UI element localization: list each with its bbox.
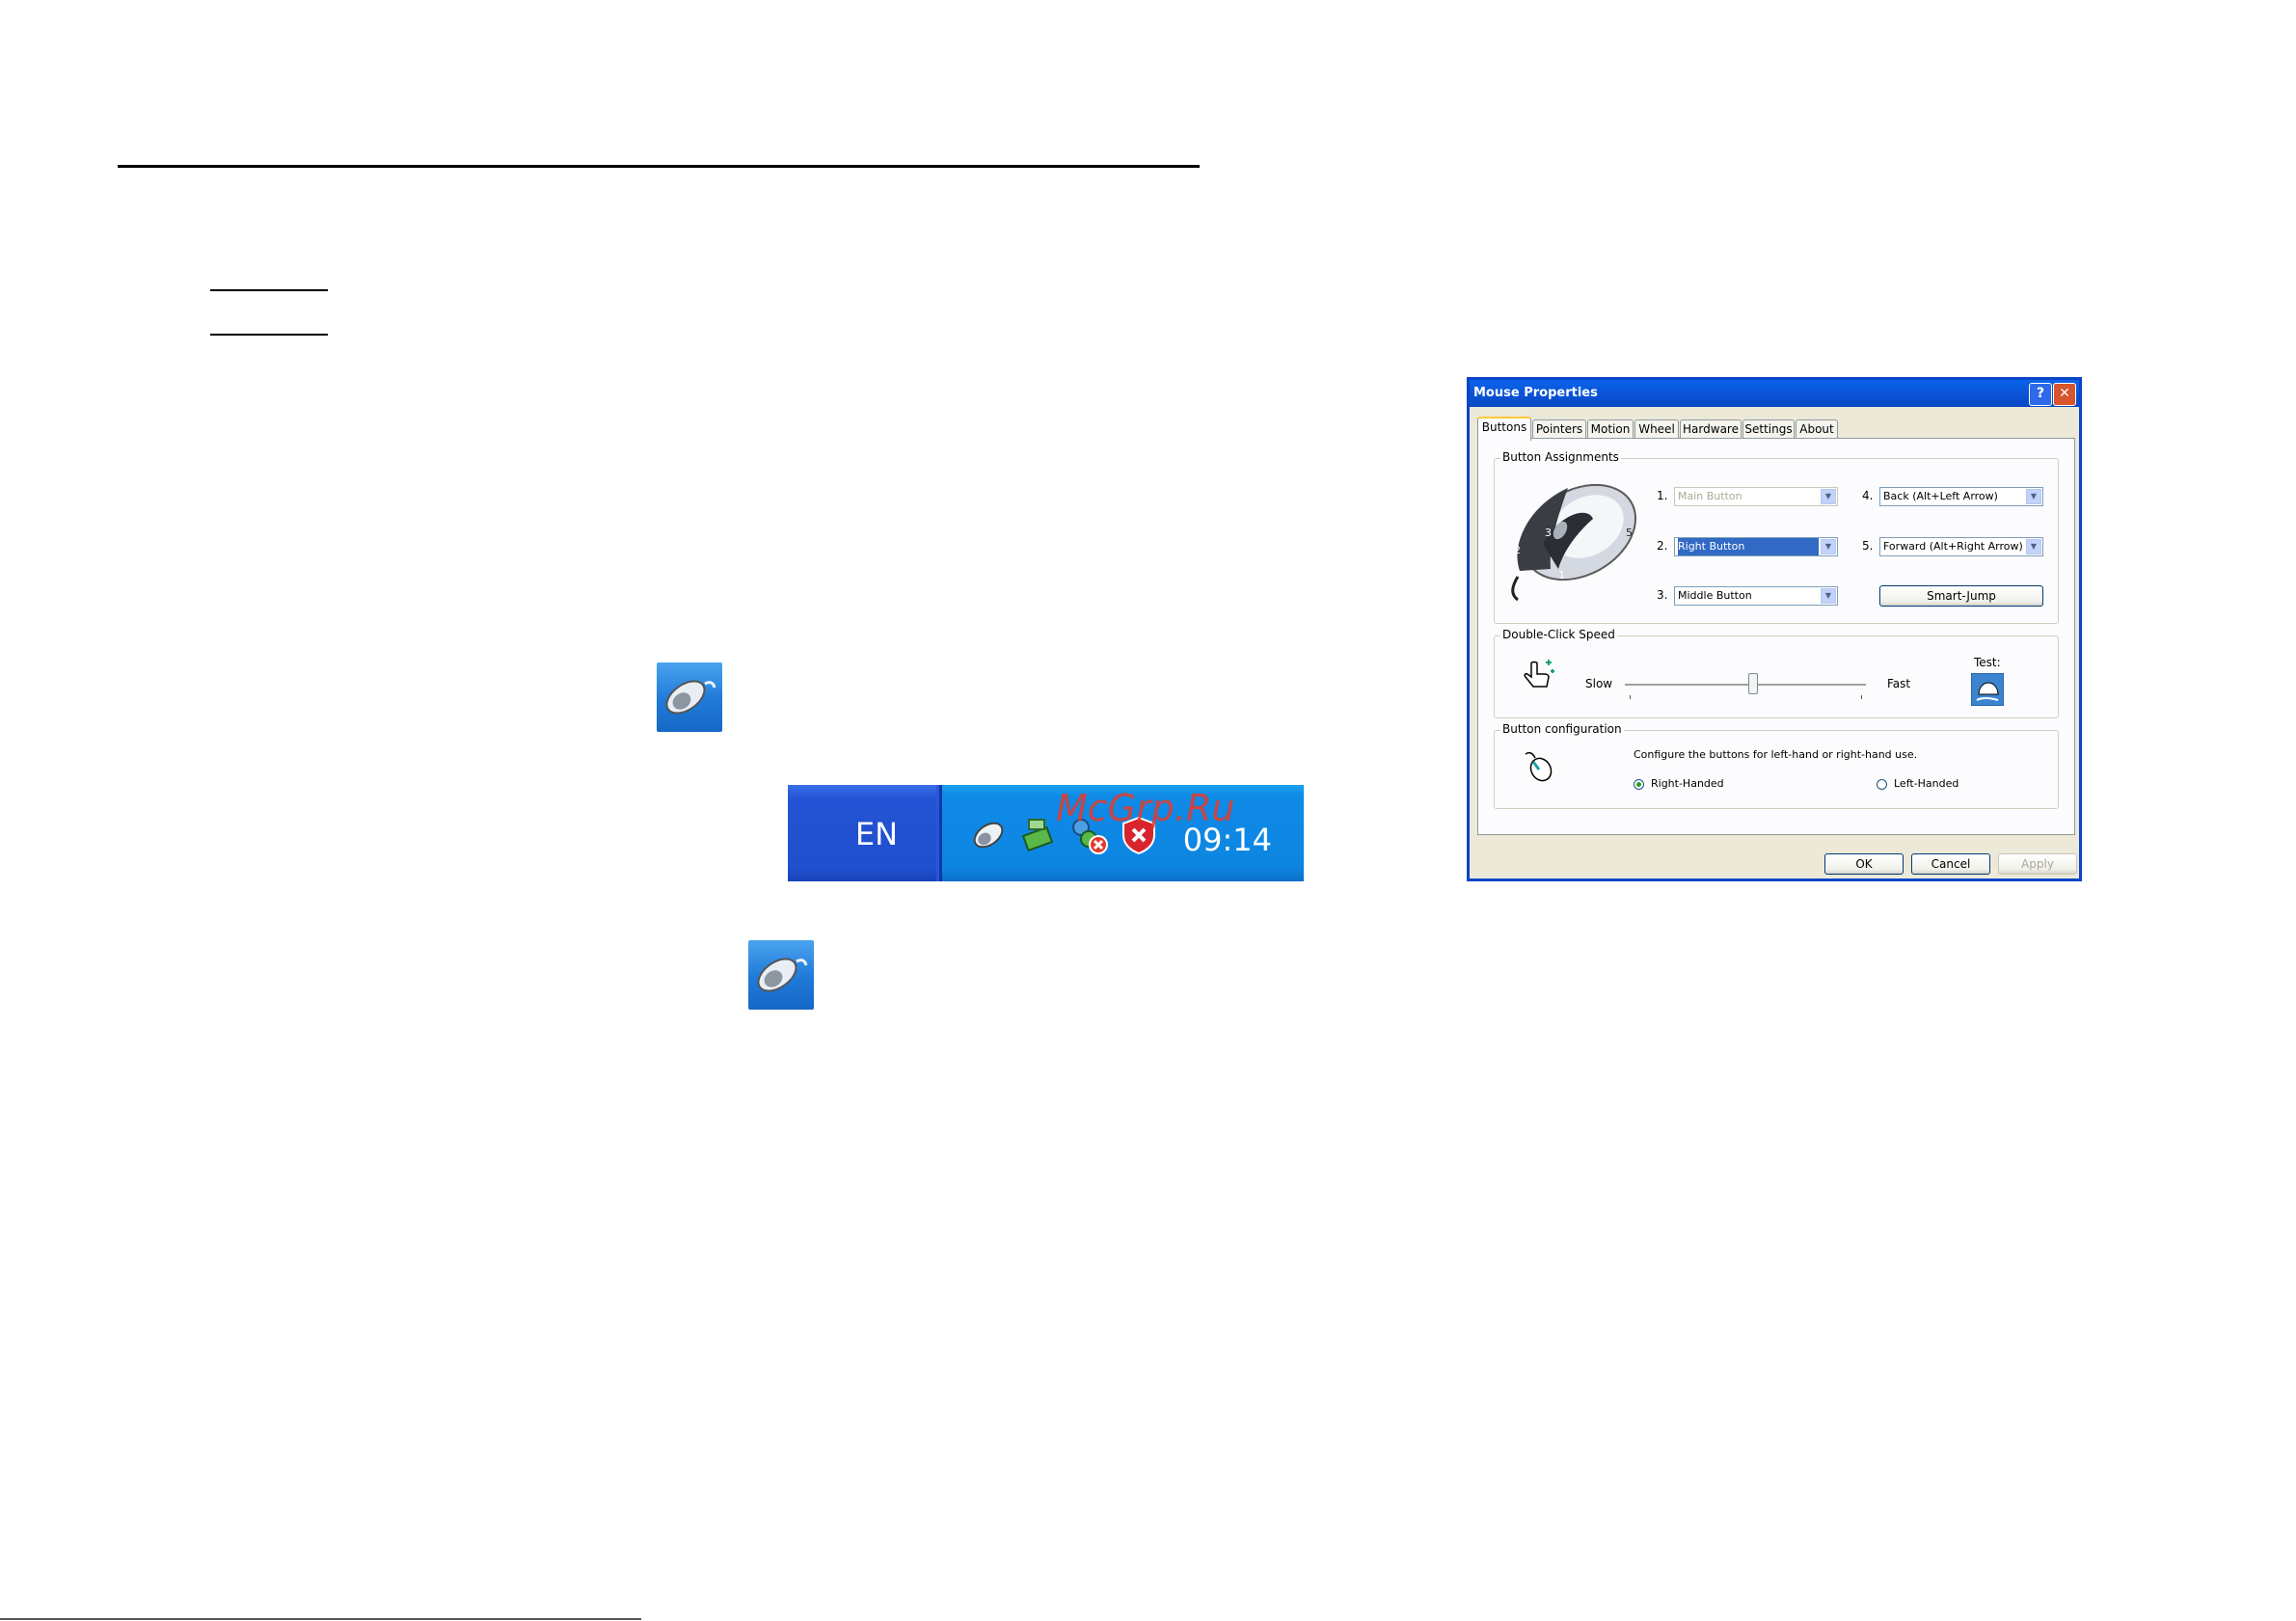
mouse-driver-icon[interactable]: [967, 814, 1010, 856]
short-rule-1: [210, 289, 328, 291]
chevron-down-icon: ▼: [1821, 489, 1836, 504]
help-button[interactable]: ?: [2029, 383, 2052, 406]
apply-button[interactable]: Apply: [1998, 853, 2077, 875]
title-bar[interactable]: Mouse Properties ? ✕: [1470, 380, 2079, 407]
dialog-title: Mouse Properties: [1473, 386, 1598, 400]
button-configuration-label: Button configuration: [1500, 722, 1624, 736]
chevron-down-icon: ▼: [2026, 489, 2041, 504]
mouse-properties-dialog: Mouse Properties ? ✕ Buttons Pointers Mo…: [1467, 377, 2082, 881]
double-click-slider-thumb[interactable]: [1747, 673, 1758, 694]
pointer-hand-icon: [1524, 660, 1554, 688]
bottom-rule: [0, 1618, 641, 1620]
slider-tick-left: [1630, 695, 1631, 699]
chevron-down-icon: ▼: [1821, 588, 1836, 604]
right-handed-radio[interactable]: [1634, 779, 1644, 790]
button-assignments-group: Button Assignments 2 3 1 5 1. Main Butto…: [1494, 450, 2059, 624]
ok-button[interactable]: OK: [1824, 853, 1904, 875]
tab-buttons[interactable]: Buttons: [1477, 417, 1531, 441]
slider-tick-right: [1861, 695, 1862, 699]
short-rule-2: [210, 334, 328, 336]
double-click-slider-track[interactable]: [1625, 684, 1866, 687]
tab-pointers[interactable]: Pointers: [1532, 419, 1586, 439]
watermark: McGrp.Ru: [1056, 787, 1235, 829]
tab-motion[interactable]: Motion: [1587, 419, 1634, 439]
button-1-select[interactable]: Main Button ▼: [1674, 487, 1838, 506]
double-click-speed-group: Double-Click Speed Slow Fast Test:: [1494, 628, 2059, 718]
tab-hardware[interactable]: Hardware: [1680, 419, 1742, 439]
assign-num-4: 4.: [1862, 489, 1874, 502]
top-rule: [118, 165, 1200, 168]
double-click-speed-label: Double-Click Speed: [1500, 628, 1617, 641]
test-area-icon[interactable]: [1971, 673, 2004, 706]
button-configuration-group: Button configuration Configure the butto…: [1494, 722, 2059, 809]
tab-about[interactable]: About: [1796, 419, 1838, 439]
mouse-driver-icon: [657, 662, 722, 732]
mouse-illustration: 2 3 1 5: [1511, 483, 1637, 602]
button-2-select[interactable]: Right Button ▼: [1674, 537, 1838, 556]
assign-num-3: 3.: [1657, 588, 1668, 602]
mouse-label-1: 1: [1558, 569, 1565, 581]
mouse-label-2: 2: [1514, 544, 1521, 556]
mouse-driver-icon: [748, 940, 814, 1010]
slow-label: Slow: [1585, 677, 1613, 690]
assign-num-1: 1.: [1657, 489, 1668, 502]
mouse-label-3: 3: [1545, 527, 1552, 539]
mouse-label-5: 5: [1626, 527, 1633, 539]
tab-wheel[interactable]: Wheel: [1634, 419, 1679, 439]
assign-num-5: 5.: [1862, 539, 1874, 553]
language-indicator[interactable]: EN: [788, 785, 936, 881]
left-handed-radio[interactable]: [1877, 779, 1887, 790]
cancel-button[interactable]: Cancel: [1911, 853, 1990, 875]
close-button[interactable]: ✕: [2053, 383, 2076, 406]
buttons-tab-panel: Button Assignments 2 3 1 5 1. Main Butto…: [1477, 438, 2075, 835]
button-3-select[interactable]: Middle Button ▼: [1674, 586, 1838, 606]
right-handed-label[interactable]: Right-Handed: [1651, 777, 1724, 790]
smart-jump-button[interactable]: Smart-Jump: [1879, 585, 2043, 607]
chevron-down-icon: ▼: [2026, 539, 2041, 554]
chevron-down-icon: ▼: [1821, 539, 1836, 554]
test-label: Test:: [1974, 656, 2001, 669]
button-config-description: Configure the buttons for left-hand or r…: [1634, 748, 1918, 761]
button-assignments-label: Button Assignments: [1500, 450, 1621, 464]
button-5-select[interactable]: Forward (Alt+Right Arrow) ▼: [1879, 537, 2043, 556]
button-4-select[interactable]: Back (Alt+Left Arrow) ▼: [1879, 487, 2043, 506]
mouse-config-icon: [1525, 751, 1553, 782]
left-handed-label[interactable]: Left-Handed: [1894, 777, 1958, 790]
fast-label: Fast: [1887, 677, 1911, 690]
tab-settings[interactable]: Settings: [1742, 419, 1795, 439]
assign-num-2: 2.: [1657, 539, 1668, 553]
